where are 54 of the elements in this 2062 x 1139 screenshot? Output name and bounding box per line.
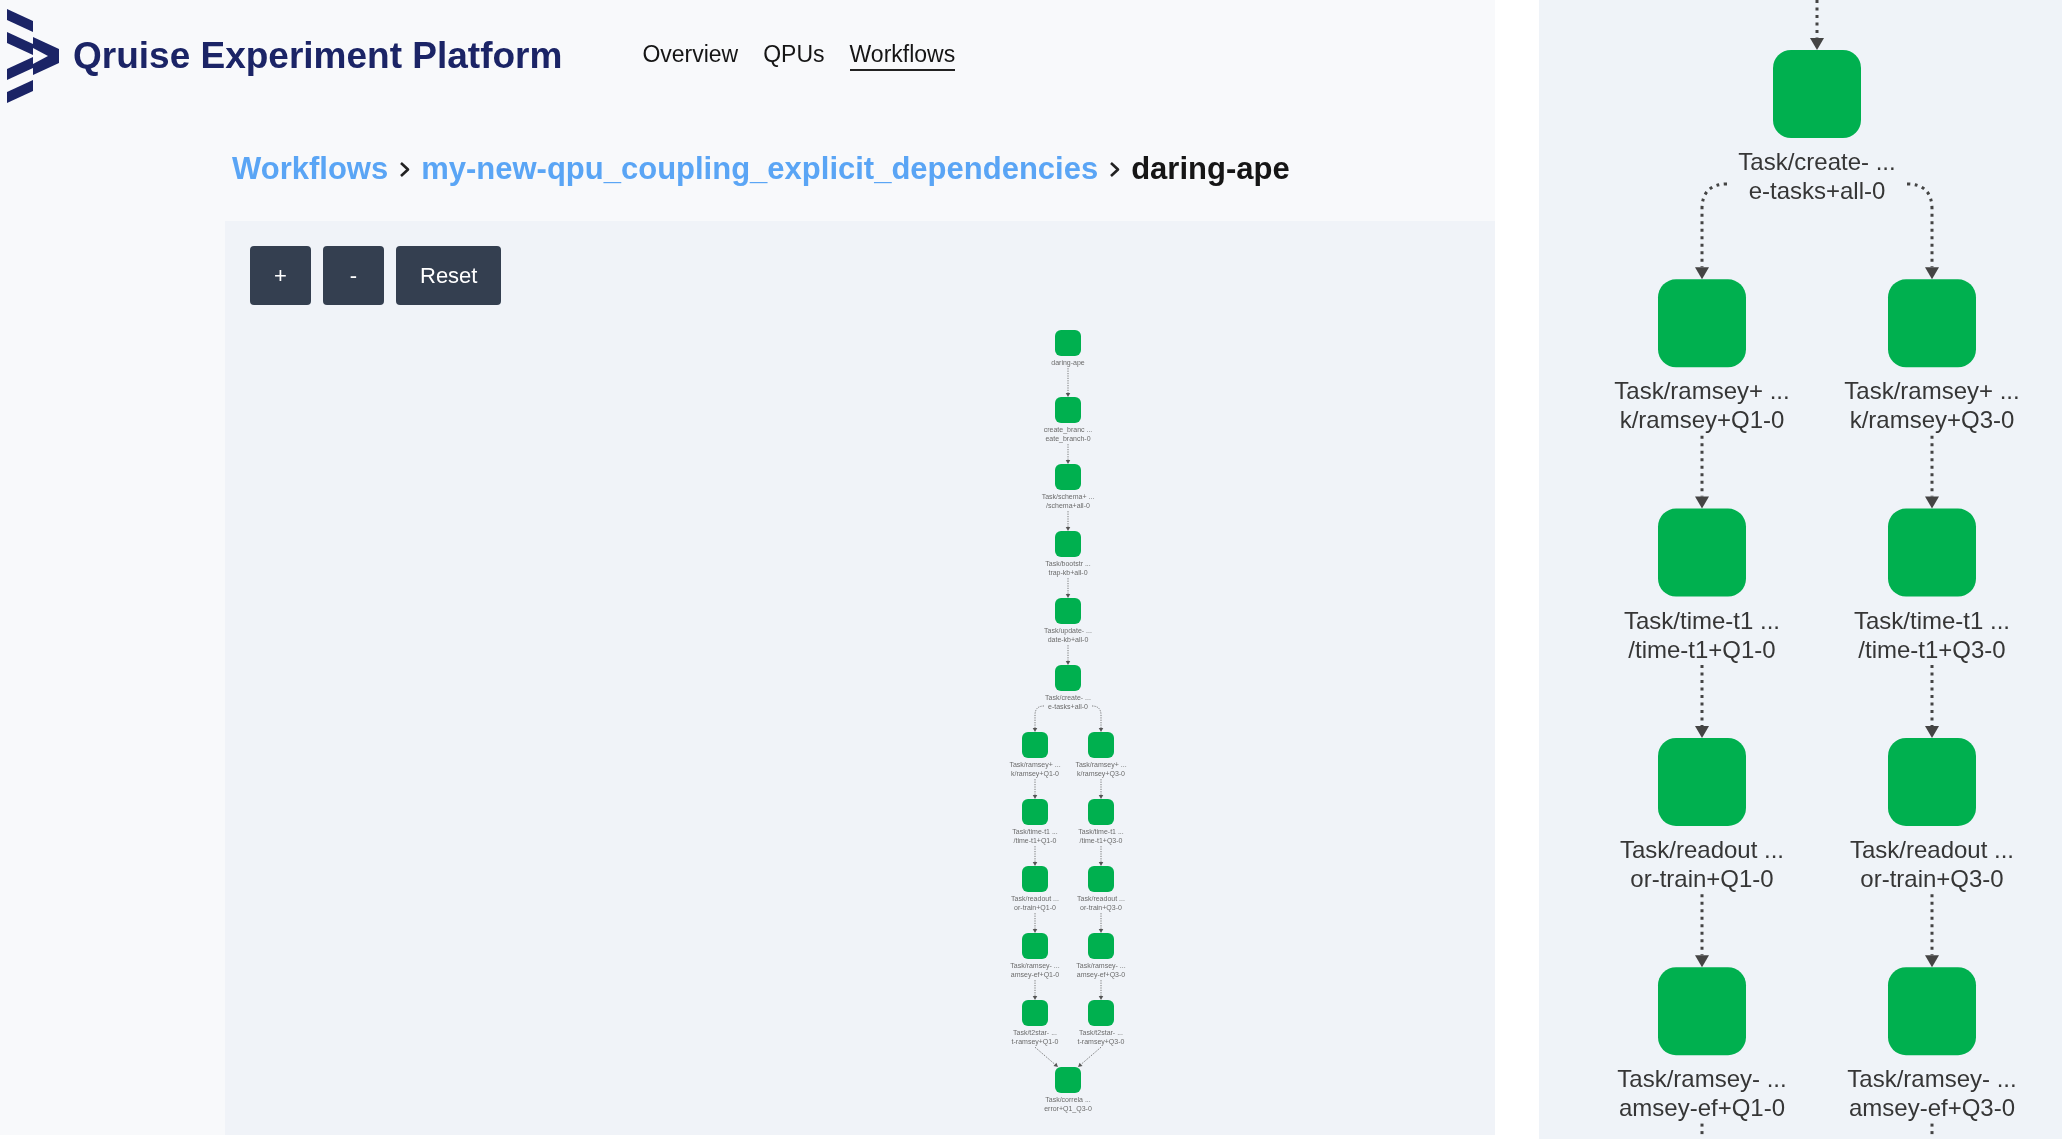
edge-arrow [1098,845,1104,866]
task-node [1055,1067,1081,1093]
task-node [1088,1000,1114,1026]
node-label: Task/time-t1 ... /time-t1+Q3-0 [1854,606,2010,663]
nav-link[interactable]: QPUs [763,40,825,72]
node-label: Task/ramsey+ ... k/ramsey+Q1-0 [1614,376,1790,433]
nav-link[interactable]: Workflows [849,40,956,72]
zoom-out-button[interactable]: - [323,246,384,305]
task-node [1022,732,1048,758]
breadcrumb-current: daring-ape [1131,150,1290,188]
edge-arrow [1065,443,1071,464]
node-label: Task/ramsey- ... amsey-ef+Q1-0 [1617,1064,1787,1121]
edge-arrow [1098,979,1104,1000]
edge-arrow [1098,778,1104,799]
edge-arrow [1091,705,1104,732]
task-node [1022,933,1048,959]
edge-arrow [1032,912,1038,933]
node-label: Task/time-t1 ... /time-t1+Q1-0 [1624,606,1780,663]
edge-arrow [1065,577,1071,598]
edge-arrow [1032,778,1038,799]
edge-arrow [1034,1046,1058,1067]
task-node [1055,665,1081,691]
task-node [1055,531,1081,557]
nav-link[interactable]: Overview [642,40,739,72]
task-node [1055,397,1081,423]
task-node [1022,866,1048,892]
task-node [1088,866,1114,892]
reset-button[interactable]: Reset [396,246,502,305]
chevron-right-icon [1109,160,1121,178]
node-label: Task/ramsey- ... amsey-ef+Q3-0 [1847,1064,2017,1121]
edge-arrow [1098,912,1104,933]
edge-arrow [1065,510,1071,531]
node-label: Task/ramsey+ ... k/ramsey+Q3-0 [1844,376,2020,433]
task-node [1055,464,1081,490]
task-node [1088,732,1114,758]
chevron-right-icon [399,160,411,178]
node-label: Task/create- ... e-tasks+all-0 [1738,147,1896,204]
node-label: Task/readout ... or-train+Q1-0 [1619,835,1785,892]
task-node [1088,799,1114,825]
task-node [1088,933,1114,959]
task-node [1055,330,1081,356]
node-label: Task/readout ... or-train+Q3-0 [1849,835,2015,892]
zoom-in-button[interactable]: + [250,246,311,305]
edge-arrow [1065,367,1071,397]
edge-arrow [1032,979,1038,1000]
edge-arrow [1065,644,1071,665]
task-node [1022,1000,1048,1026]
logo-icon [7,9,59,103]
edge-arrow [1032,845,1038,866]
app-title: Qruise Experiment Platform [73,33,563,78]
edge-arrow [1032,705,1045,732]
edge-arrow [1078,1046,1102,1067]
task-node [1055,598,1081,624]
task-node [1022,799,1048,825]
